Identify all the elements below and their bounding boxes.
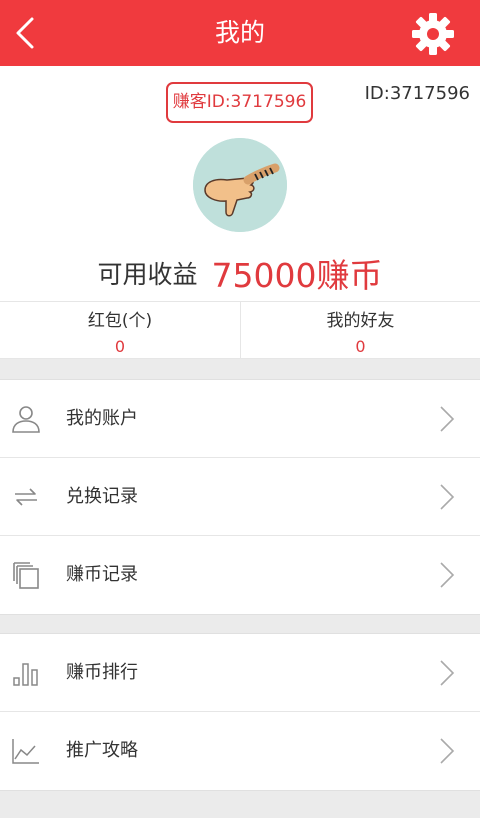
menu-item-exchange-record[interactable]: 兑换记录	[0, 458, 480, 536]
thumbs-down-avatar-icon	[193, 138, 287, 232]
user-id-badge: 赚客ID:3717596	[166, 82, 313, 123]
earnings-value: 75000赚币	[211, 256, 383, 295]
chevron-right-icon	[440, 562, 455, 588]
menu-group-account: 我的账户 兑换记录 赚币记录	[0, 379, 480, 615]
line-chart-icon	[12, 739, 39, 764]
red-packet-stat[interactable]: 红包(个) 0	[0, 302, 240, 358]
gear-icon[interactable]	[410, 11, 456, 57]
available-earnings: 可用收益 75000赚币	[0, 249, 480, 295]
red-packet-label: 红包(个)	[87, 311, 153, 331]
menu-item-coin-ranking[interactable]: 赚币排行	[0, 634, 480, 712]
red-packet-count: 0	[114, 337, 126, 356]
chevron-right-icon	[440, 660, 455, 686]
menu-label: 赚币排行	[66, 662, 138, 683]
page-title: 我的	[214, 18, 265, 47]
menu-label: 我的账户	[66, 408, 138, 429]
copy-pages-icon	[13, 562, 39, 589]
friends-count: 0	[355, 337, 366, 356]
stats-row: 红包(个) 0 我的好友 0	[0, 301, 480, 359]
menu-item-my-account[interactable]: 我的账户	[0, 380, 480, 458]
menu-label: 推广攻略	[66, 740, 138, 761]
top-bar: 我的	[0, 0, 480, 66]
menu-item-promotion-guide[interactable]: 推广攻略	[0, 712, 480, 790]
chevron-right-icon	[440, 406, 455, 432]
user-icon	[12, 406, 40, 433]
avatar[interactable]	[193, 138, 287, 232]
profile-card: 赚客ID:3717596 ID:3717596 可用收益 75000赚币	[0, 66, 480, 302]
bar-chart-icon	[13, 663, 38, 686]
chevron-right-icon	[440, 738, 455, 764]
chevron-right-icon	[440, 484, 455, 510]
menu-group-more: 赚币排行 推广攻略	[0, 633, 480, 791]
exchange-arrows-icon	[15, 488, 37, 506]
friends-label: 我的好友	[326, 311, 395, 331]
menu-label: 兑换记录	[66, 486, 138, 507]
user-id-text: ID:3717596	[364, 83, 470, 104]
earnings-label: 可用收益	[97, 260, 198, 289]
menu-label: 赚币记录	[66, 564, 138, 585]
friends-stat[interactable]: 我的好友 0	[240, 302, 480, 358]
menu-item-coin-record[interactable]: 赚币记录	[0, 536, 480, 614]
